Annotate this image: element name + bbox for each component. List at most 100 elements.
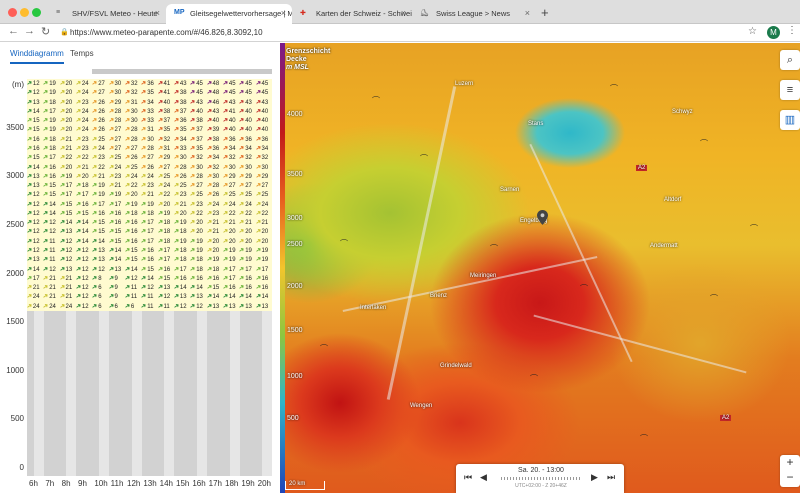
scale-tick-label: 2500: [287, 241, 303, 248]
wind-cell: ➜12: [27, 79, 43, 88]
zoom-in-button[interactable]: +: [780, 455, 800, 470]
wind-cell: ➜12: [76, 246, 92, 255]
reload-icon[interactable]: ↻: [41, 25, 50, 38]
search-icon[interactable]: ⌕: [780, 50, 800, 70]
browser-tab-swiss-league[interactable]: ⛸ Swiss League > News ×: [412, 4, 536, 24]
boundary-layer-map[interactable]: Grenzschicht Decke m MSL 4000 3500 3000 …: [280, 43, 800, 493]
terrain-column: [164, 311, 175, 476]
wind-cell: ➜28: [141, 144, 157, 153]
wind-cell: ➜20: [256, 227, 272, 236]
wind-cell: ➜40: [256, 125, 272, 134]
wind-cell: ➜20: [239, 237, 255, 246]
tab-close-icon[interactable]: ×: [401, 8, 406, 18]
x-tick-label: 12h: [127, 479, 141, 488]
new-tab-button[interactable]: +: [541, 5, 549, 20]
minimize-window-button[interactable]: [20, 8, 29, 17]
tab-favicon-icon: ⛸: [420, 10, 429, 17]
wind-cell: ➜16: [223, 283, 239, 292]
browser-tab-meteo-parapente[interactable]: MP Gleitsegelwettervorhersage | M ×: [166, 4, 292, 24]
zoom-out-button[interactable]: −: [780, 470, 800, 485]
wind-cell: ➜12: [27, 209, 43, 218]
wind-cell: ➜20: [207, 237, 223, 246]
bookmark-star-icon[interactable]: ☆: [748, 26, 757, 37]
back-arrow-icon[interactable]: ←: [8, 25, 19, 37]
tab-title: SHV/FSVL Meteo - Heute: [72, 9, 158, 18]
time-slider[interactable]: [501, 477, 581, 480]
wind-cell: ➜27: [125, 144, 141, 153]
wind-cell: ➜37: [190, 135, 206, 144]
wind-cell: ➜16: [256, 274, 272, 283]
skip-last-icon[interactable]: ⏭: [607, 472, 615, 483]
wind-cell: ➜13: [174, 292, 190, 301]
scale-tick-label: 1500: [287, 327, 303, 334]
wind-cell: ➜24: [207, 200, 223, 209]
wind-cell: ➜19: [256, 246, 272, 255]
wind-cell: ➜35: [174, 125, 190, 134]
wind-cell: ➜20: [174, 209, 190, 218]
wind-cell: ➜23: [174, 190, 190, 199]
wind-cell: ➜32: [158, 135, 174, 144]
wind-cell: ➜15: [141, 265, 157, 274]
altitude-unit-label: (m): [12, 80, 24, 89]
skip-first-icon[interactable]: ⏮: [464, 472, 472, 483]
tab-temps[interactable]: Temps: [70, 49, 94, 58]
wind-cell: ➜14: [27, 107, 43, 116]
wind-cell: ➜28: [125, 135, 141, 144]
close-window-button[interactable]: [8, 8, 17, 17]
town-label: Grindelwald: [440, 363, 472, 369]
wind-cell: ➜34: [256, 144, 272, 153]
wind-cell: ➜12: [76, 302, 92, 311]
wind-cell: ➜14: [43, 209, 59, 218]
terrain-area: [27, 311, 273, 476]
wind-cell: ➜17: [141, 227, 157, 236]
wind-cell: ➜11: [141, 302, 157, 311]
wind-cell: ➜17: [76, 190, 92, 199]
browser-tab-karten[interactable]: ✚ Karten der Schweiz - Schweiz ×: [292, 4, 412, 24]
wind-cell: ➜40: [223, 116, 239, 125]
location-pin-icon[interactable]: [537, 210, 548, 225]
address-bar[interactable]: 🔒 https://www.meteo-parapente.com/#/46.8…: [58, 26, 758, 40]
wind-cell: ➜23: [190, 200, 206, 209]
wind-cell: ➜24: [141, 172, 157, 181]
wind-cell: ➜32: [239, 153, 255, 162]
wind-cell: ➜16: [76, 200, 92, 209]
browser-tab-shv[interactable]: ≡ SHV/FSVL Meteo - Heute ×: [48, 4, 166, 24]
wind-cell: ➜19: [109, 190, 125, 199]
browser-menu-icon[interactable]: ⋮: [787, 25, 797, 36]
tab-close-icon[interactable]: ×: [281, 8, 286, 18]
road-sign-label: A2: [720, 415, 732, 421]
wind-cell: ➜26: [92, 98, 108, 107]
maximize-window-button[interactable]: [32, 8, 41, 17]
tab-close-icon[interactable]: ×: [525, 8, 530, 18]
forward-arrow-icon[interactable]: →: [24, 25, 35, 37]
wind-cell: ➜25: [109, 153, 125, 162]
profile-avatar[interactable]: M: [767, 26, 780, 39]
wind-cell: ➜16: [141, 255, 157, 264]
step-back-icon[interactable]: ◀: [480, 472, 487, 483]
town-label: Sarnen: [500, 187, 520, 193]
wind-cell: ➜30: [125, 107, 141, 116]
wind-cell: ➜28: [190, 172, 206, 181]
wind-cell: ➜48: [207, 79, 223, 88]
wind-cell: ➜36: [141, 79, 157, 88]
wind-cell: ➜29: [239, 172, 255, 181]
bar-chart-icon[interactable]: ▥: [780, 110, 800, 130]
filter-sliders-icon[interactable]: ≡: [780, 80, 800, 100]
tab-winddiagramm[interactable]: Winddiagramm: [10, 49, 64, 64]
tab-title: Swiss League > News: [436, 9, 510, 18]
x-tick-label: 9h: [78, 479, 87, 488]
wind-cell: ➜16: [207, 274, 223, 283]
wind-cell: ➜12: [141, 283, 157, 292]
wind-cell: ➜20: [60, 107, 76, 116]
terrain-column: [262, 311, 273, 476]
wind-cell: ➜26: [125, 153, 141, 162]
wind-cell: ➜23: [76, 98, 92, 107]
wind-cell: ➜15: [43, 190, 59, 199]
step-forward-icon[interactable]: ▶: [591, 472, 598, 483]
wind-cell: ➜16: [92, 209, 108, 218]
tab-close-icon[interactable]: ×: [155, 8, 160, 18]
wind-cell: ➜17: [60, 181, 76, 190]
wind-cell: ➜6: [92, 283, 108, 292]
wind-cell: ➜28: [125, 125, 141, 134]
wind-cell: ➜14: [60, 218, 76, 227]
